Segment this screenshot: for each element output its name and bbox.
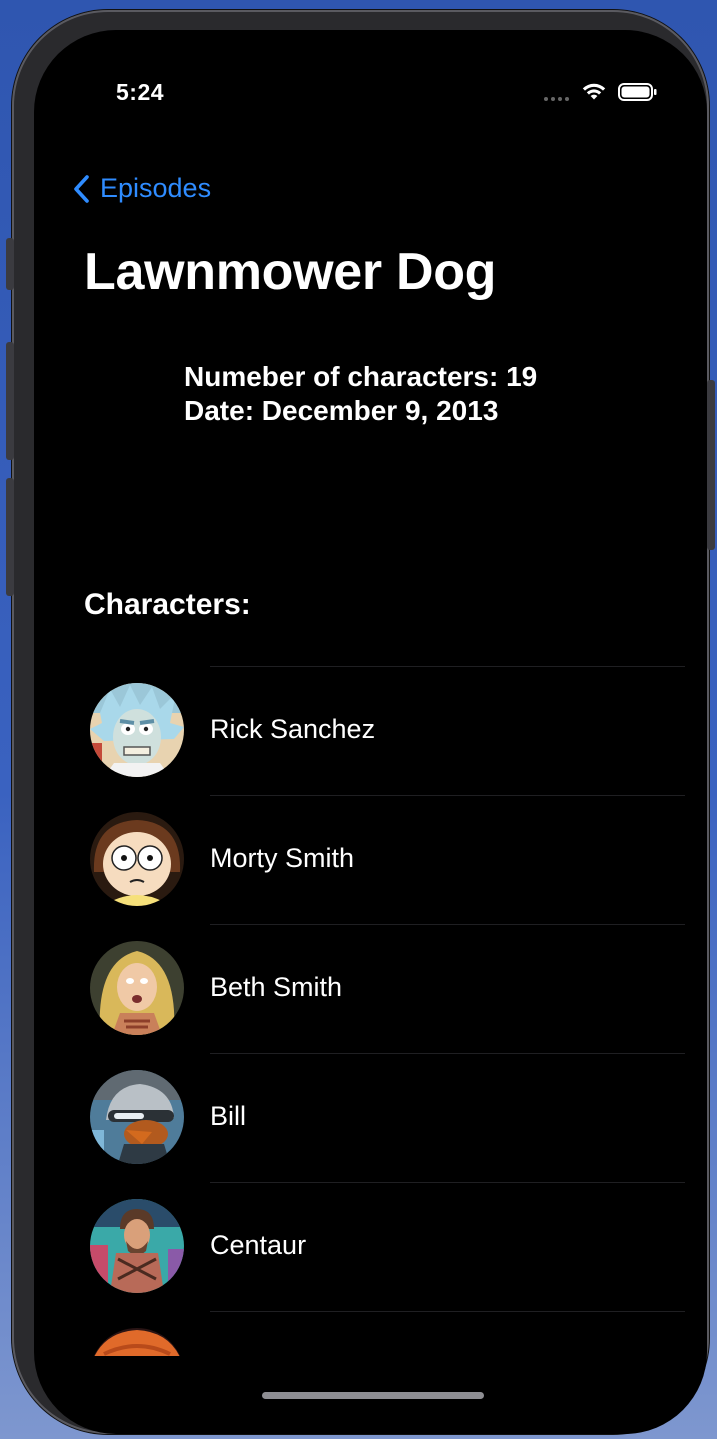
character-avatar bbox=[90, 941, 184, 1035]
mute-switch bbox=[6, 238, 14, 290]
back-button[interactable]: Episodes bbox=[72, 173, 211, 204]
home-indicator[interactable] bbox=[262, 1392, 484, 1399]
character-name: Centaur bbox=[210, 1230, 307, 1260]
character-row-rick-sanchez[interactable]: Rick Sanchez bbox=[34, 666, 707, 795]
chevron-left-icon bbox=[74, 174, 89, 203]
character-row-partial[interactable] bbox=[34, 1311, 707, 1356]
app-screen: 5:24 Episodes Lawnmower Dog Numeber of c… bbox=[34, 30, 707, 1434]
character-name: Beth Smith bbox=[210, 972, 343, 1002]
row-separator bbox=[210, 1311, 685, 1312]
character-avatar bbox=[90, 1199, 184, 1293]
characters-list[interactable]: Rick Sanchez Morty Smith Beth Smith Bill… bbox=[34, 666, 707, 1356]
row-separator bbox=[210, 1053, 685, 1054]
characters-heading: Characters: bbox=[84, 588, 251, 621]
status-time: 5:24 bbox=[116, 79, 165, 105]
episode-title: Lawnmower Dog bbox=[84, 243, 497, 301]
cellular-signal-icon bbox=[544, 97, 569, 101]
character-name: Bill bbox=[210, 1101, 247, 1131]
row-separator bbox=[210, 1182, 685, 1183]
character-name: Morty Smith bbox=[210, 843, 355, 873]
wifi-icon bbox=[582, 83, 606, 100]
row-separator bbox=[210, 795, 685, 796]
battery-icon bbox=[618, 83, 657, 101]
character-row-beth-smith[interactable]: Beth Smith bbox=[34, 924, 707, 1053]
row-separator bbox=[210, 666, 685, 667]
volume-down-button bbox=[6, 478, 14, 596]
character-avatar bbox=[90, 812, 184, 906]
character-name: Rick Sanchez bbox=[210, 714, 376, 744]
character-row-morty-smith[interactable]: Morty Smith bbox=[34, 795, 707, 924]
status-bar: 5:24 bbox=[34, 30, 707, 140]
back-button-label: Episodes bbox=[100, 173, 212, 203]
characters-count: Numeber of characters: 19 bbox=[184, 361, 538, 392]
volume-up-button bbox=[6, 342, 14, 460]
air-date: Date: December 9, 2013 bbox=[184, 395, 499, 426]
character-row-bill[interactable]: Bill bbox=[34, 1053, 707, 1182]
character-avatar bbox=[90, 683, 184, 777]
power-button bbox=[707, 380, 715, 550]
device-frame: 5:24 Episodes Lawnmower Dog Numeber of c… bbox=[6, 10, 715, 1434]
character-avatar bbox=[90, 1070, 184, 1164]
character-row-centaur[interactable]: Centaur bbox=[34, 1182, 707, 1311]
row-separator bbox=[210, 924, 685, 925]
episode-meta: Numeber of characters: 19 Date: December… bbox=[184, 360, 537, 428]
character-avatar bbox=[90, 1328, 184, 1356]
